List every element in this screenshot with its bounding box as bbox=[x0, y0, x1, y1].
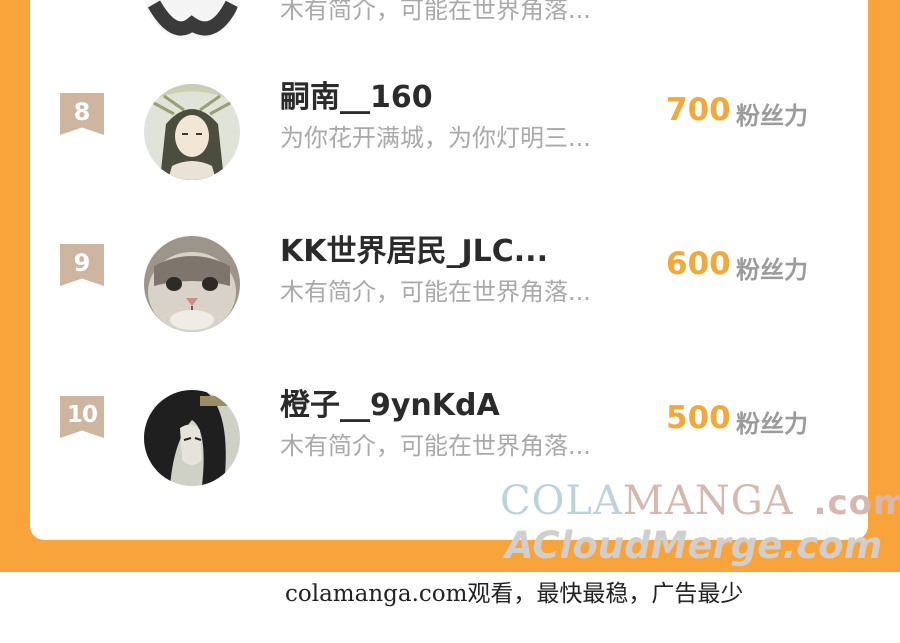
fan-score: 500 bbox=[666, 400, 731, 436]
ranking-row-partial[interactable]: 木有简介，可能在世界角落... bbox=[30, 0, 868, 42]
avatar bbox=[144, 0, 240, 40]
user-name: KK世界居民_JLC... bbox=[280, 234, 548, 269]
cat-avatar bbox=[144, 236, 240, 332]
user-bio: 木有简介，可能在世界角落... bbox=[280, 0, 591, 24]
fan-score: 600 bbox=[666, 246, 731, 282]
dark-hair-character-avatar bbox=[144, 390, 240, 486]
ranking-row[interactable]: 8 嗣南__160 为你花开满城，为你灯明三... 700 粉丝力 bbox=[30, 78, 868, 198]
user-bio: 木有简介，可能在世界角落... bbox=[280, 278, 591, 306]
user-name: 橙子__9ynKdA bbox=[280, 388, 500, 423]
user-bio: 木有简介，可能在世界角落... bbox=[280, 432, 591, 460]
anime-character-avatar bbox=[144, 84, 240, 180]
fan-score-label: 粉丝力 bbox=[736, 256, 808, 284]
rank-badge: 8 bbox=[60, 93, 104, 135]
acloudmerge-watermark: ACloudMerge.com bbox=[505, 524, 883, 567]
fan-ranking-card: 木有简介，可能在世界角落... 8 嗣南__160 为你花开满城，为你灯明三..… bbox=[30, 0, 868, 540]
fan-score-label: 粉丝力 bbox=[736, 102, 808, 130]
footer-notice: colamanga.com观看，最快最稳，广告最少 bbox=[285, 581, 744, 607]
fan-score: 700 bbox=[666, 92, 731, 128]
ranking-row[interactable]: 9 KK世界居民_JLC... 木有简介，可能在世界角落... 600 粉丝力 bbox=[30, 232, 868, 352]
fan-score-label: 粉丝力 bbox=[736, 410, 808, 438]
user-name: 嗣南__160 bbox=[280, 80, 433, 115]
rank-badge: 10 bbox=[60, 396, 104, 438]
colamanga-watermark: COLAMANGA .com bbox=[500, 478, 900, 524]
user-bio: 为你花开满城，为你灯明三... bbox=[280, 124, 591, 152]
rank-badge: 9 bbox=[60, 244, 104, 286]
